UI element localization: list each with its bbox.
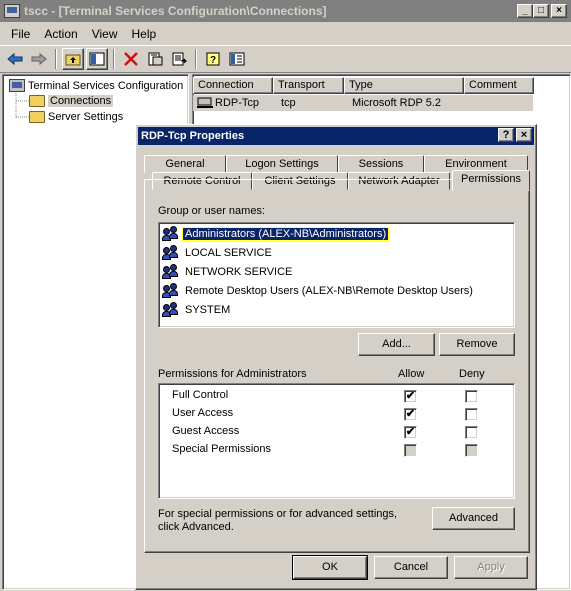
maximize-button[interactable]: □ [533,4,549,18]
toolbar-separator [55,49,57,69]
user-list[interactable]: Administrators (ALEX-NB\Administrators) … [158,222,515,328]
dialog-help-button[interactable]: ? [498,128,514,142]
list-header: Connection Transport Type Comment [193,77,534,94]
user-name: SYSTEM [185,303,231,316]
dialog-close-button[interactable]: × [516,128,532,142]
permission-name: Special Permissions [172,443,272,455]
help-icon[interactable]: ? [202,48,224,70]
dialog-title: RDP-Tcp Properties [141,130,245,142]
up-folder-icon[interactable] [62,48,84,70]
export-icon[interactable] [168,48,190,70]
cancel-button[interactable]: Cancel [374,556,448,579]
user-name: NETWORK SERVICE [185,265,293,278]
tab-general[interactable]: General [144,155,226,173]
menu-bar: File Action View Help [0,24,571,44]
user-name: LOCAL SERVICE [185,246,272,259]
tab-permissions[interactable]: Permissions [452,170,530,191]
ok-button[interactable]: OK [292,555,368,580]
forward-arrow-icon[interactable] [28,48,50,70]
tree-root-label: Terminal Services Configuration [28,79,184,92]
column-header-type[interactable]: Type [344,77,464,94]
toolbar-separator [113,49,115,69]
permission-row: Full Control ✔ [159,387,516,405]
deny-column-header: Deny [459,368,485,380]
permission-name: User Access [172,407,234,419]
column-header-transport[interactable]: Transport [273,77,344,94]
deny-checkbox[interactable] [465,390,478,403]
tab-sessions[interactable]: Sessions [338,155,424,173]
toolbar: ? [0,45,571,73]
user-list-item[interactable]: NETWORK SERVICE [162,263,294,280]
allow-checkbox[interactable]: ✔ [404,390,417,403]
user-list-item[interactable]: Administrators (ALEX-NB\Administrators) [162,225,390,242]
cell-type: Microsoft RDP 5.2 [352,97,442,109]
menu-file[interactable]: File [4,25,37,43]
window-title: tscc - [Terminal Services Configuration\… [24,4,327,18]
tree-item-server-settings[interactable]: Server Settings [29,111,123,123]
advanced-hint-line1: For special permissions or for advanced … [158,508,398,520]
advanced-hint-line2: click Advanced. [158,521,234,533]
show-tree-icon[interactable] [86,48,108,70]
menu-action[interactable]: Action [37,25,84,43]
cell-transport: tcp [281,97,296,109]
allow-checkbox[interactable] [404,444,417,457]
users-group-icon [162,225,180,242]
column-header-comment[interactable]: Comment [464,77,534,94]
user-name: Administrators (ALEX-NB\Administrators) [181,226,390,241]
allow-checkbox[interactable]: ✔ [404,408,417,421]
apply-button[interactable]: Apply [454,556,528,579]
connection-icon [197,97,213,109]
console-icon[interactable] [226,48,248,70]
properties-dialog: RDP-Tcp Properties ? × General Logon Set… [135,124,537,590]
permission-row: User Access ✔ [159,405,516,423]
tree-item-connections[interactable]: Connections [29,95,114,107]
allow-column-header: Allow [398,368,425,380]
tab-logon-settings[interactable]: Logon Settings [226,155,338,173]
user-list-item[interactable]: SYSTEM [162,301,232,318]
permission-name: Full Control [172,389,229,401]
main-title-bar[interactable]: tscc - [Terminal Services Configuration\… [0,0,571,22]
permission-name: Guest Access [172,425,240,437]
permission-row: Guest Access ✔ [159,423,516,441]
toolbar-separator [195,49,197,69]
users-group-icon [162,263,180,280]
folder-icon [29,111,45,123]
back-arrow-icon[interactable] [4,48,26,70]
group-names-label: Group or user names: [158,205,265,217]
user-list-item[interactable]: Remote Desktop Users (ALEX-NB\Remote Des… [162,282,475,299]
permissions-label: Permissions for Administrators [158,368,307,380]
close-button[interactable]: × [551,4,567,18]
cell-connection: RDP-Tcp [215,97,260,109]
svg-text:?: ? [210,55,216,66]
properties-icon[interactable] [144,48,166,70]
allow-checkbox[interactable]: ✔ [404,426,417,439]
tree-item-label: Server Settings [48,111,124,123]
folder-open-icon [29,95,45,107]
tree-lines [15,93,29,119]
deny-checkbox[interactable] [465,426,478,439]
app-icon[interactable] [4,4,20,18]
users-group-icon [162,244,180,261]
deny-checkbox[interactable] [465,408,478,421]
minimize-button[interactable]: _ [517,4,533,18]
delete-icon[interactable] [120,48,142,70]
column-header-connection[interactable]: Connection [193,77,273,94]
menu-help[interactable]: Help [125,25,164,43]
tree-item-label: Connections [48,95,114,107]
add-button[interactable]: Add... [358,333,435,356]
advanced-button[interactable]: Advanced [432,507,515,530]
user-name: Remote Desktop Users (ALEX-NB\Remote Des… [185,284,473,297]
users-group-icon [162,301,180,318]
list-row[interactable]: RDP-Tcp tcp Microsoft RDP 5.2 [193,95,533,111]
menu-view[interactable]: View [85,25,125,43]
tree-root[interactable]: Terminal Services Configuration [9,79,183,92]
deny-checkbox[interactable] [465,444,478,457]
computer-icon [9,79,25,92]
remove-button[interactable]: Remove [439,333,515,356]
user-list-item[interactable]: LOCAL SERVICE [162,244,274,261]
permission-row: Special Permissions [159,441,516,459]
users-group-icon [162,282,180,299]
permissions-list[interactable]: Full Control ✔ User Access ✔ Guest Acces… [158,383,515,499]
dialog-title-bar[interactable]: RDP-Tcp Properties [138,127,534,145]
